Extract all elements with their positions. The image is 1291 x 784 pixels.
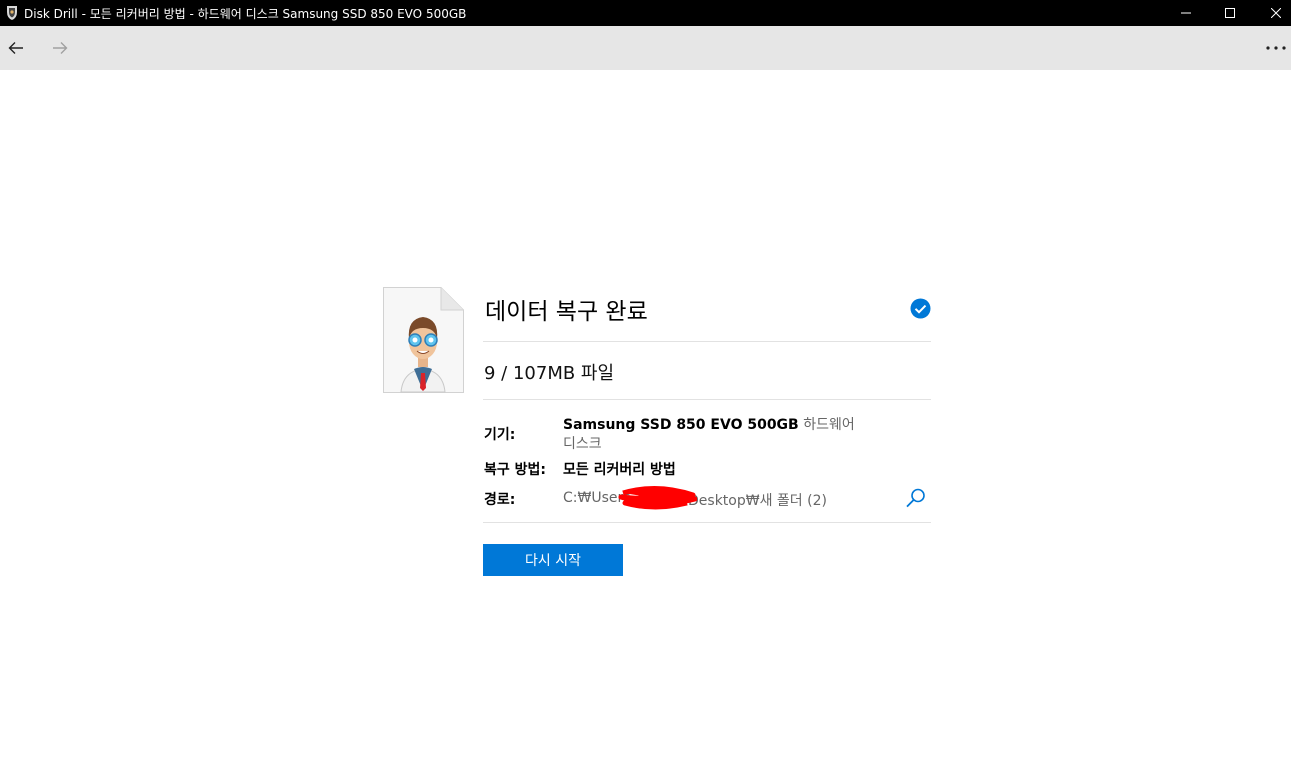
check-circle-icon (910, 298, 931, 319)
method-value: 모든 리커버리 방법 (563, 462, 676, 478)
files-summary: 9 / 107MB 파일 (484, 363, 615, 384)
minimize-button[interactable] (1163, 0, 1209, 26)
back-button[interactable] (4, 36, 28, 60)
close-button[interactable] (1253, 0, 1291, 26)
divider-bottom (483, 522, 931, 523)
maximize-button[interactable] (1207, 0, 1253, 26)
maximize-icon (1225, 8, 1235, 18)
device-label: 기기: (484, 427, 516, 443)
divider-middle (483, 399, 931, 400)
divider-top (483, 341, 931, 342)
path-suffix: Desktop₩새 폴더 (2) (688, 493, 827, 509)
device-type-line1: 하드웨어 (803, 417, 855, 433)
disk-drill-logo-icon (7, 6, 17, 20)
device-name: Samsung SSD 850 EVO 500GB (563, 417, 799, 433)
window-title: Disk Drill - 모든 리커버리 방법 - 하드웨어 디스크 Samsu… (24, 7, 467, 21)
minimize-icon (1181, 12, 1191, 14)
arrow-left-icon (8, 42, 23, 54)
forward-button[interactable] (48, 36, 72, 60)
close-icon (1271, 8, 1281, 18)
arrow-right-icon (53, 42, 68, 54)
method-label: 복구 방법: (484, 462, 546, 478)
more-button[interactable] (1264, 36, 1288, 60)
search-folder-icon[interactable] (905, 487, 927, 509)
title-bar: Disk Drill - 모든 리커버리 방법 - 하드웨어 디스크 Samsu… (0, 0, 1291, 26)
redaction-scribble (618, 485, 697, 510)
device-value: Samsung SSD 850 EVO 500GB 하드웨어 (563, 414, 855, 434)
restart-button[interactable]: 다시 시작 (483, 544, 623, 576)
device-type-line2: 디스크 (563, 436, 602, 452)
path-label: 경로: (484, 492, 516, 508)
more-dots-icon (1266, 46, 1286, 50)
recovery-complete-heading: 데이터 복구 완료 (485, 299, 648, 325)
navigation-bar (0, 26, 1291, 70)
recovered-document-icon (383, 287, 464, 393)
